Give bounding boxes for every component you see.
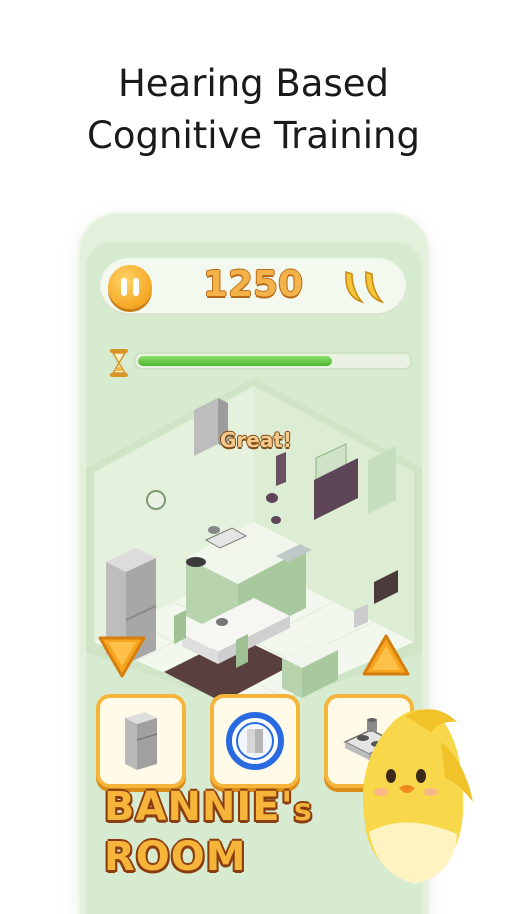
washing-machine-icon <box>226 712 284 770</box>
time-progress-bar <box>134 352 412 370</box>
headline-line-1: Hearing Based <box>117 62 390 105</box>
choice-refrigerator[interactable] <box>96 694 186 788</box>
refrigerator-icon <box>125 712 158 770</box>
headline-line-2: Cognitive Training <box>87 114 420 157</box>
logo-line-1: BANNIE' <box>104 784 294 830</box>
top-bar: 1250 <box>100 258 406 316</box>
bannies-room-logo: BANNIE's ROOM <box>104 784 313 880</box>
logo-line-2: ROOM <box>104 834 247 880</box>
rotate-right-button[interactable] <box>360 632 412 680</box>
logo-line-1-suffix: s <box>293 793 313 828</box>
choice-washing-machine[interactable] <box>210 694 300 788</box>
feedback-text: Great! <box>220 428 293 452</box>
banana-mascot-icon <box>362 709 473 884</box>
banana-icon <box>345 270 385 304</box>
rotate-left-button[interactable] <box>96 632 148 680</box>
time-progress-fill <box>138 356 332 366</box>
headline: Hearing Based Cognitive Training <box>0 58 507 162</box>
